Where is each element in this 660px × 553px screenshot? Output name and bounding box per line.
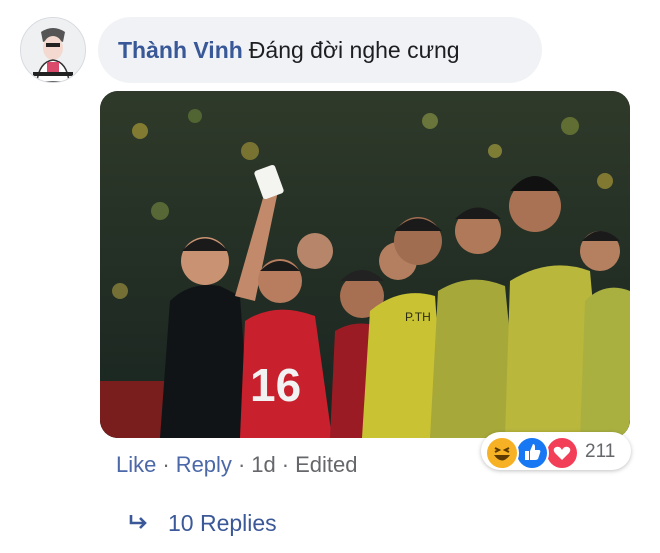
like-link[interactable]: Like	[116, 452, 156, 477]
comment-photo[interactable]: 16 P.TH	[100, 91, 630, 438]
commenter-avatar[interactable]	[20, 17, 86, 83]
comment-actions: Like · Reply · 1d · Edited	[116, 452, 357, 478]
comment-text: Đáng đời nghe cưng	[248, 37, 460, 63]
separator: ·	[281, 452, 290, 477]
shirt-text: P.TH	[405, 310, 431, 324]
shirt-number: 16	[250, 359, 301, 411]
comment-timestamp[interactable]: 1d	[251, 452, 275, 477]
comment-author-link[interactable]: Thành Vinh	[118, 37, 243, 63]
reply-arrow-icon	[128, 511, 168, 537]
reactions-summary[interactable]: 211	[481, 432, 631, 470]
like-icon	[515, 436, 549, 470]
avatar-illustration	[21, 18, 85, 82]
love-icon	[545, 436, 579, 470]
haha-icon	[485, 436, 519, 470]
edited-label[interactable]: Edited	[295, 452, 357, 477]
separator: ·	[162, 452, 170, 477]
reaction-count: 211	[585, 441, 616, 462]
football-match-image: 16 P.TH	[100, 91, 630, 438]
comment-bubble: Thành Vinh Đáng đời nghe cưng	[98, 17, 542, 83]
reply-link[interactable]: Reply	[176, 452, 232, 477]
replies-count-label[interactable]: 10 Replies	[168, 510, 277, 536]
separator: ·	[237, 452, 246, 477]
view-replies-link[interactable]: 10 Replies	[128, 510, 277, 537]
